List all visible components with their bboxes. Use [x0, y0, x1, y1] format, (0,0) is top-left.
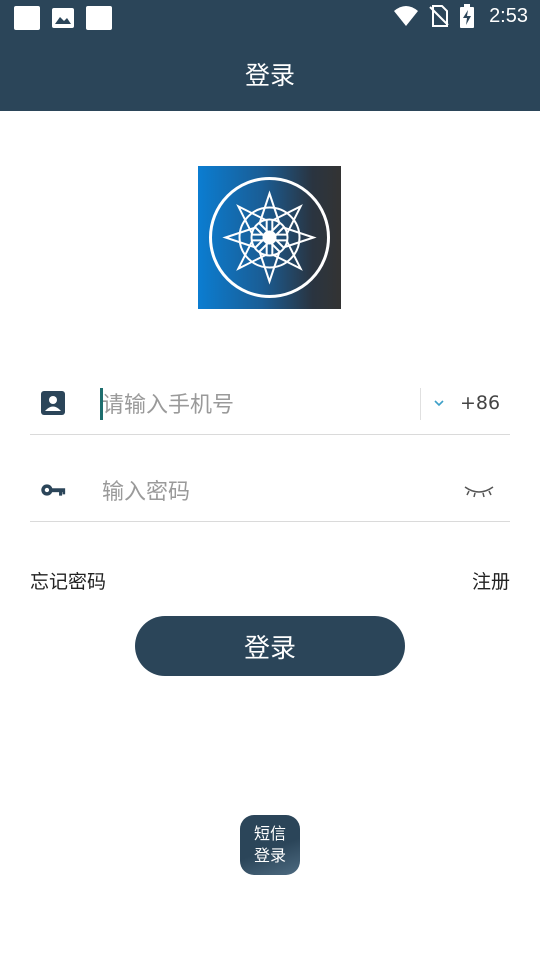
- sms-login-label-line1: 短信: [253, 824, 286, 843]
- square-icon: [86, 6, 112, 30]
- square-icon: [14, 6, 40, 30]
- register-link[interactable]: 注册: [472, 567, 510, 594]
- country-code[interactable]: +86: [460, 392, 500, 414]
- key-icon: [41, 484, 66, 496]
- sms-login-button[interactable]: 短信 登录: [240, 815, 300, 875]
- password-field: [30, 461, 510, 522]
- chevron-down-icon[interactable]: [432, 396, 446, 410]
- contact-card-icon: [41, 391, 65, 415]
- image-icon: [52, 8, 74, 28]
- status-bar: 2:53: [0, 0, 540, 36]
- field-divider: [420, 388, 421, 420]
- sms-login-label-line2: 登录: [253, 846, 286, 865]
- text-cursor: [100, 388, 103, 420]
- app-logo: [198, 166, 341, 309]
- password-input[interactable]: [100, 471, 414, 513]
- battery-charging-icon: [460, 4, 475, 28]
- forgot-password-link[interactable]: 忘记密码: [30, 567, 106, 594]
- eye-closed-icon[interactable]: [463, 483, 495, 499]
- status-time: 2:53: [489, 4, 528, 27]
- app-bar: 登录: [0, 36, 540, 111]
- page-title: 登录: [244, 60, 295, 90]
- no-sim-icon: [429, 5, 449, 27]
- login-button[interactable]: 登录: [135, 616, 405, 676]
- phone-input[interactable]: [100, 384, 414, 426]
- wifi-icon: [394, 6, 419, 26]
- phone-field: +86: [30, 374, 510, 435]
